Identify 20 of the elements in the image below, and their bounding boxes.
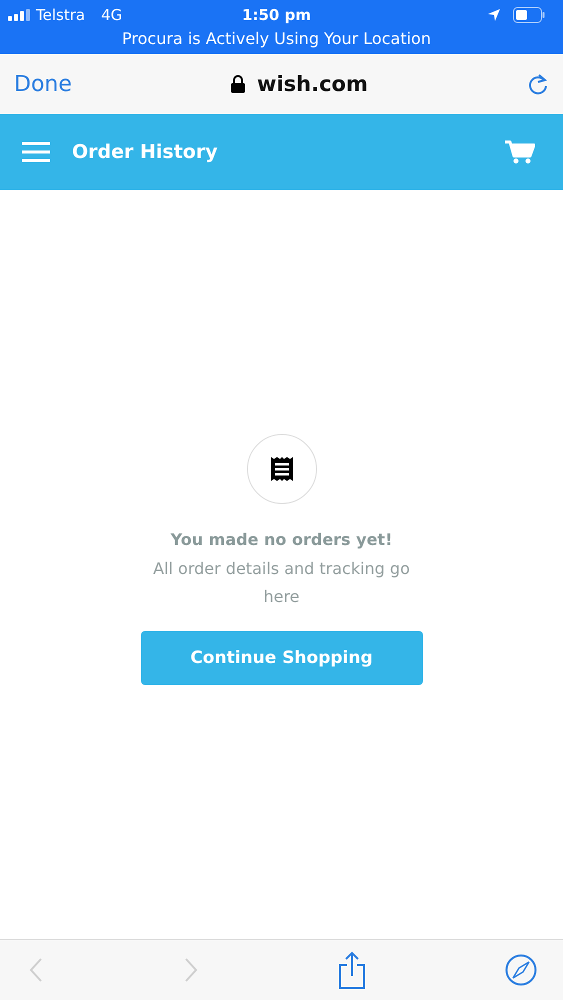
continue-shopping-button[interactable]: Continue Shopping xyxy=(140,631,422,685)
location-banner[interactable]: Procura is Actively Using Your Location xyxy=(8,29,545,48)
done-button[interactable]: Done xyxy=(14,72,72,96)
cart-icon[interactable] xyxy=(505,140,535,164)
menu-icon[interactable] xyxy=(22,142,50,162)
lock-icon xyxy=(231,75,246,93)
page-title: Order History xyxy=(72,141,219,163)
clock-time: 1:50 pm xyxy=(242,6,311,24)
reload-icon[interactable] xyxy=(527,72,549,96)
compass-icon[interactable] xyxy=(505,954,537,986)
network-type: 4G xyxy=(101,6,122,24)
carrier-name: Telstra xyxy=(36,6,86,24)
empty-message: All order details and tracking go here xyxy=(152,558,411,608)
battery-icon xyxy=(513,7,545,23)
empty-title: You made no orders yet! xyxy=(170,530,392,549)
receipt-icon xyxy=(270,457,292,481)
signal-icon xyxy=(8,9,30,21)
location-arrow-icon xyxy=(487,8,501,22)
page-url: wish.com xyxy=(257,72,368,96)
share-icon[interactable] xyxy=(338,951,366,989)
